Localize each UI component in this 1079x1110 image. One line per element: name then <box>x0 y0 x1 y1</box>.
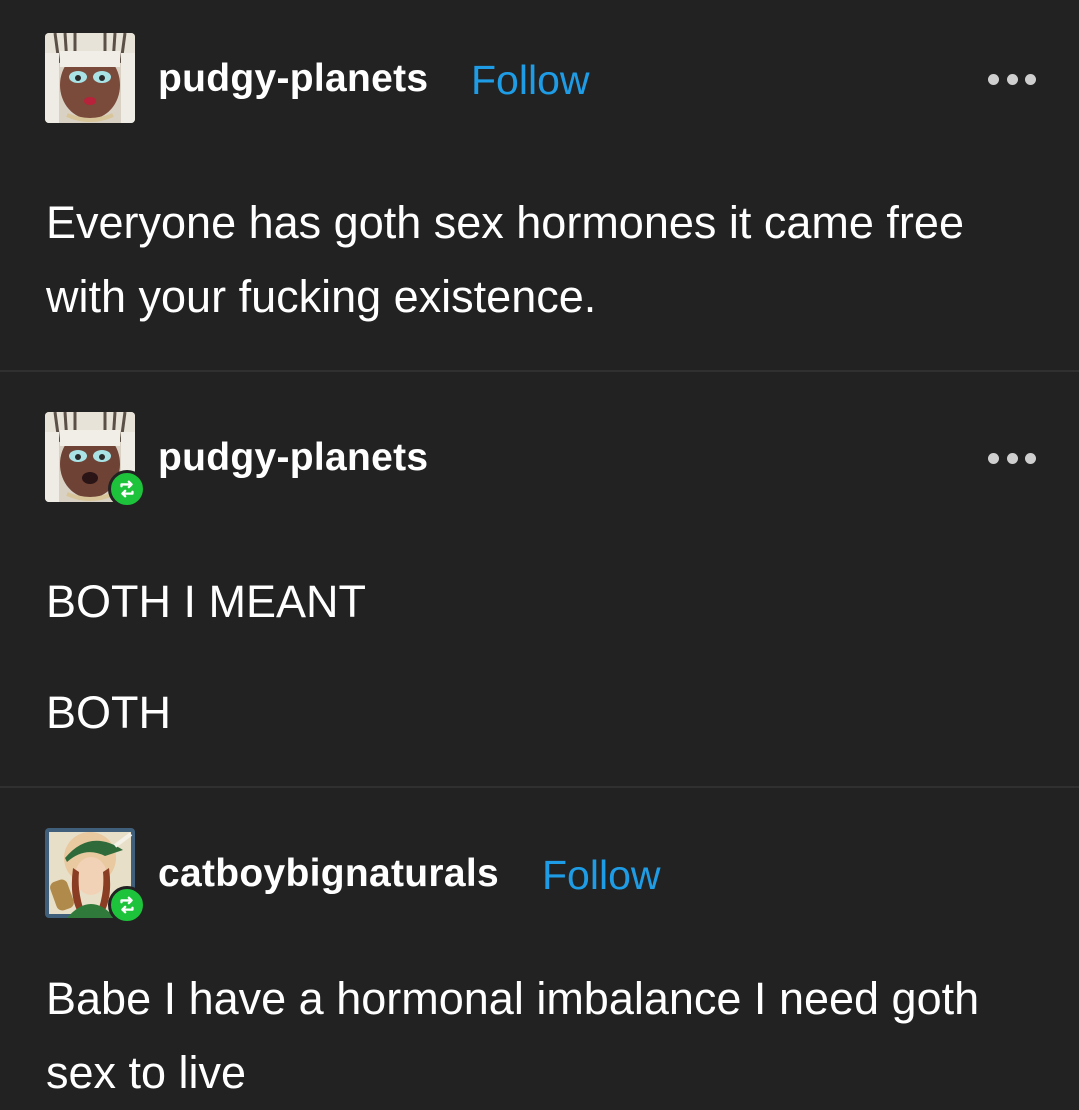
follow-button[interactable]: Follow <box>471 57 589 104</box>
avatar[interactable] <box>45 828 146 924</box>
username[interactable]: pudgy-planets <box>158 57 428 101</box>
anime-avatar-icon <box>45 33 135 123</box>
post-text: BOTH I MEANT <box>46 576 367 627</box>
post: pudgy-planets Follow Everyone has goth s… <box>0 0 1079 370</box>
post-header: pudgy-planets Follow <box>45 33 1045 123</box>
post-text: Babe I have a hormonal imbalance I need … <box>46 973 980 1098</box>
post: catboybignaturals Follow Babe I have a h… <box>0 788 1079 1110</box>
reblog-badge <box>108 470 146 508</box>
dot <box>1006 453 1018 464</box>
dot <box>988 453 999 464</box>
username[interactable]: catboybignaturals <box>158 852 499 896</box>
dot <box>1025 453 1036 464</box>
dot <box>1006 74 1018 85</box>
dot <box>1025 74 1036 85</box>
more-options-icon[interactable] <box>988 453 1036 467</box>
reblog-badge <box>108 886 146 924</box>
reblog-icon <box>120 480 134 498</box>
dot <box>988 74 999 85</box>
feed: pudgy-planets Follow Everyone has goth s… <box>0 0 1079 1110</box>
avatar[interactable] <box>45 412 146 508</box>
post-text: Everyone has goth sex hormones it came f… <box>46 197 964 322</box>
post-header: catboybignaturals Follow <box>45 828 1045 924</box>
follow-button[interactable]: Follow <box>542 852 660 899</box>
reblog-icon <box>120 896 134 914</box>
post: pudgy-planets BOTH I MEANT BOTH <box>0 372 1079 786</box>
username[interactable]: pudgy-planets <box>158 436 428 480</box>
post-header: pudgy-planets <box>45 412 1045 508</box>
post-text: BOTH <box>46 687 172 738</box>
avatar[interactable] <box>45 33 135 123</box>
more-options-icon[interactable] <box>988 74 1036 88</box>
